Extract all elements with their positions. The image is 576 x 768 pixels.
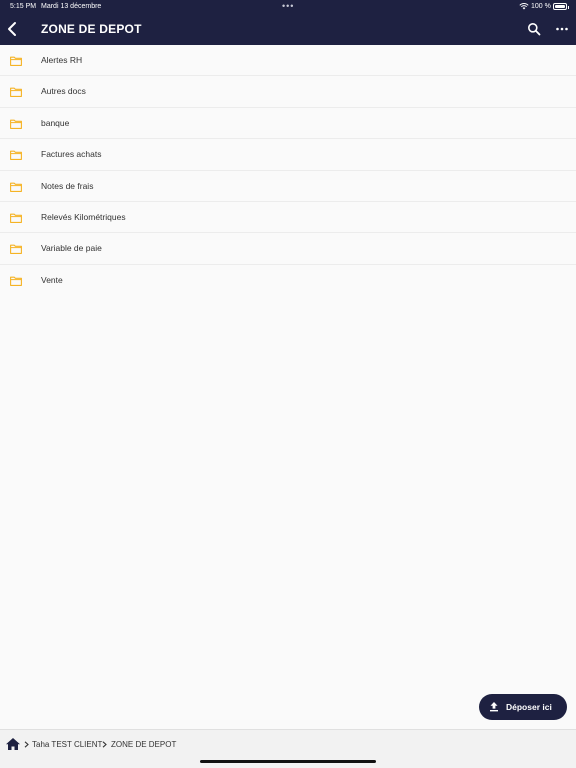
top-bar: 5:15 PM Mardi 13 décembre ••• 100 % ZONE… <box>0 0 576 45</box>
breadcrumb-chevron-icon <box>24 741 29 748</box>
folder-icon <box>10 244 22 255</box>
folder-label: Variable de paie <box>41 243 102 254</box>
status-bar: 5:15 PM Mardi 13 décembre ••• 100 % <box>0 0 576 14</box>
multitask-dots[interactable]: ••• <box>282 1 294 11</box>
upload-button-label: Déposer ici <box>506 702 552 712</box>
folder-label: banque <box>41 117 70 128</box>
app-screen: 5:15 PM Mardi 13 décembre ••• 100 % ZONE… <box>0 0 576 768</box>
home-icon[interactable] <box>5 737 21 751</box>
home-indicator[interactable] <box>200 760 376 763</box>
breadcrumb-chevron-icon <box>102 741 107 748</box>
folder-icon <box>10 119 22 129</box>
nav-bar: ZONE DE DEPOT <box>0 14 576 45</box>
battery-icon <box>553 3 569 10</box>
breadcrumb-item-current: ZONE DE DEPOT <box>111 740 177 749</box>
folder-row[interactable]: Relevés Kilométriques <box>0 202 576 234</box>
folder-list: Alertes RH Autres docs banque Factures acha… <box>0 45 576 296</box>
folder-icon <box>10 276 22 286</box>
folder-row[interactable]: Factures achats <box>0 139 576 171</box>
status-time: 5:15 PM <box>10 3 37 10</box>
folder-label: Factures achats <box>41 149 102 160</box>
breadcrumb-bar: Taha TEST CLIENT ZONE DE DEPOT <box>0 729 576 768</box>
folder-icon <box>10 56 22 66</box>
status-date: Mardi 13 décembre <box>41 3 102 10</box>
folder-label: Alertes RH <box>41 55 83 65</box>
battery-percent: 100 % <box>531 3 551 10</box>
folder-label: Autres docs <box>41 86 86 97</box>
back-button[interactable] <box>5 20 21 38</box>
upload-here-button[interactable]: Déposer ici <box>479 694 567 720</box>
page-title: ZONE DE DEPOT <box>41 22 142 36</box>
folder-row[interactable]: Variable de paie <box>0 233 576 265</box>
search-icon[interactable] <box>527 22 541 36</box>
folder-row[interactable]: Vente <box>0 265 576 296</box>
folder-row[interactable]: Alertes RH <box>0 45 576 77</box>
folder-icon <box>10 150 22 161</box>
folder-icon <box>10 213 22 223</box>
wifi-icon <box>519 3 529 10</box>
folder-label: Notes de frais <box>41 180 94 191</box>
folder-row[interactable]: Autres docs <box>0 76 576 108</box>
folder-row[interactable]: banque <box>0 108 576 140</box>
breadcrumb-item-client[interactable]: Taha TEST CLIENT <box>32 740 102 749</box>
folder-label: Vente <box>41 274 63 285</box>
upload-icon <box>490 702 498 712</box>
folder-row[interactable]: Notes de frais <box>0 171 576 202</box>
more-options-icon[interactable] <box>555 22 569 36</box>
folder-icon <box>10 88 22 98</box>
folder-icon <box>10 182 22 192</box>
folder-label: Relevés Kilométriques <box>41 211 126 222</box>
